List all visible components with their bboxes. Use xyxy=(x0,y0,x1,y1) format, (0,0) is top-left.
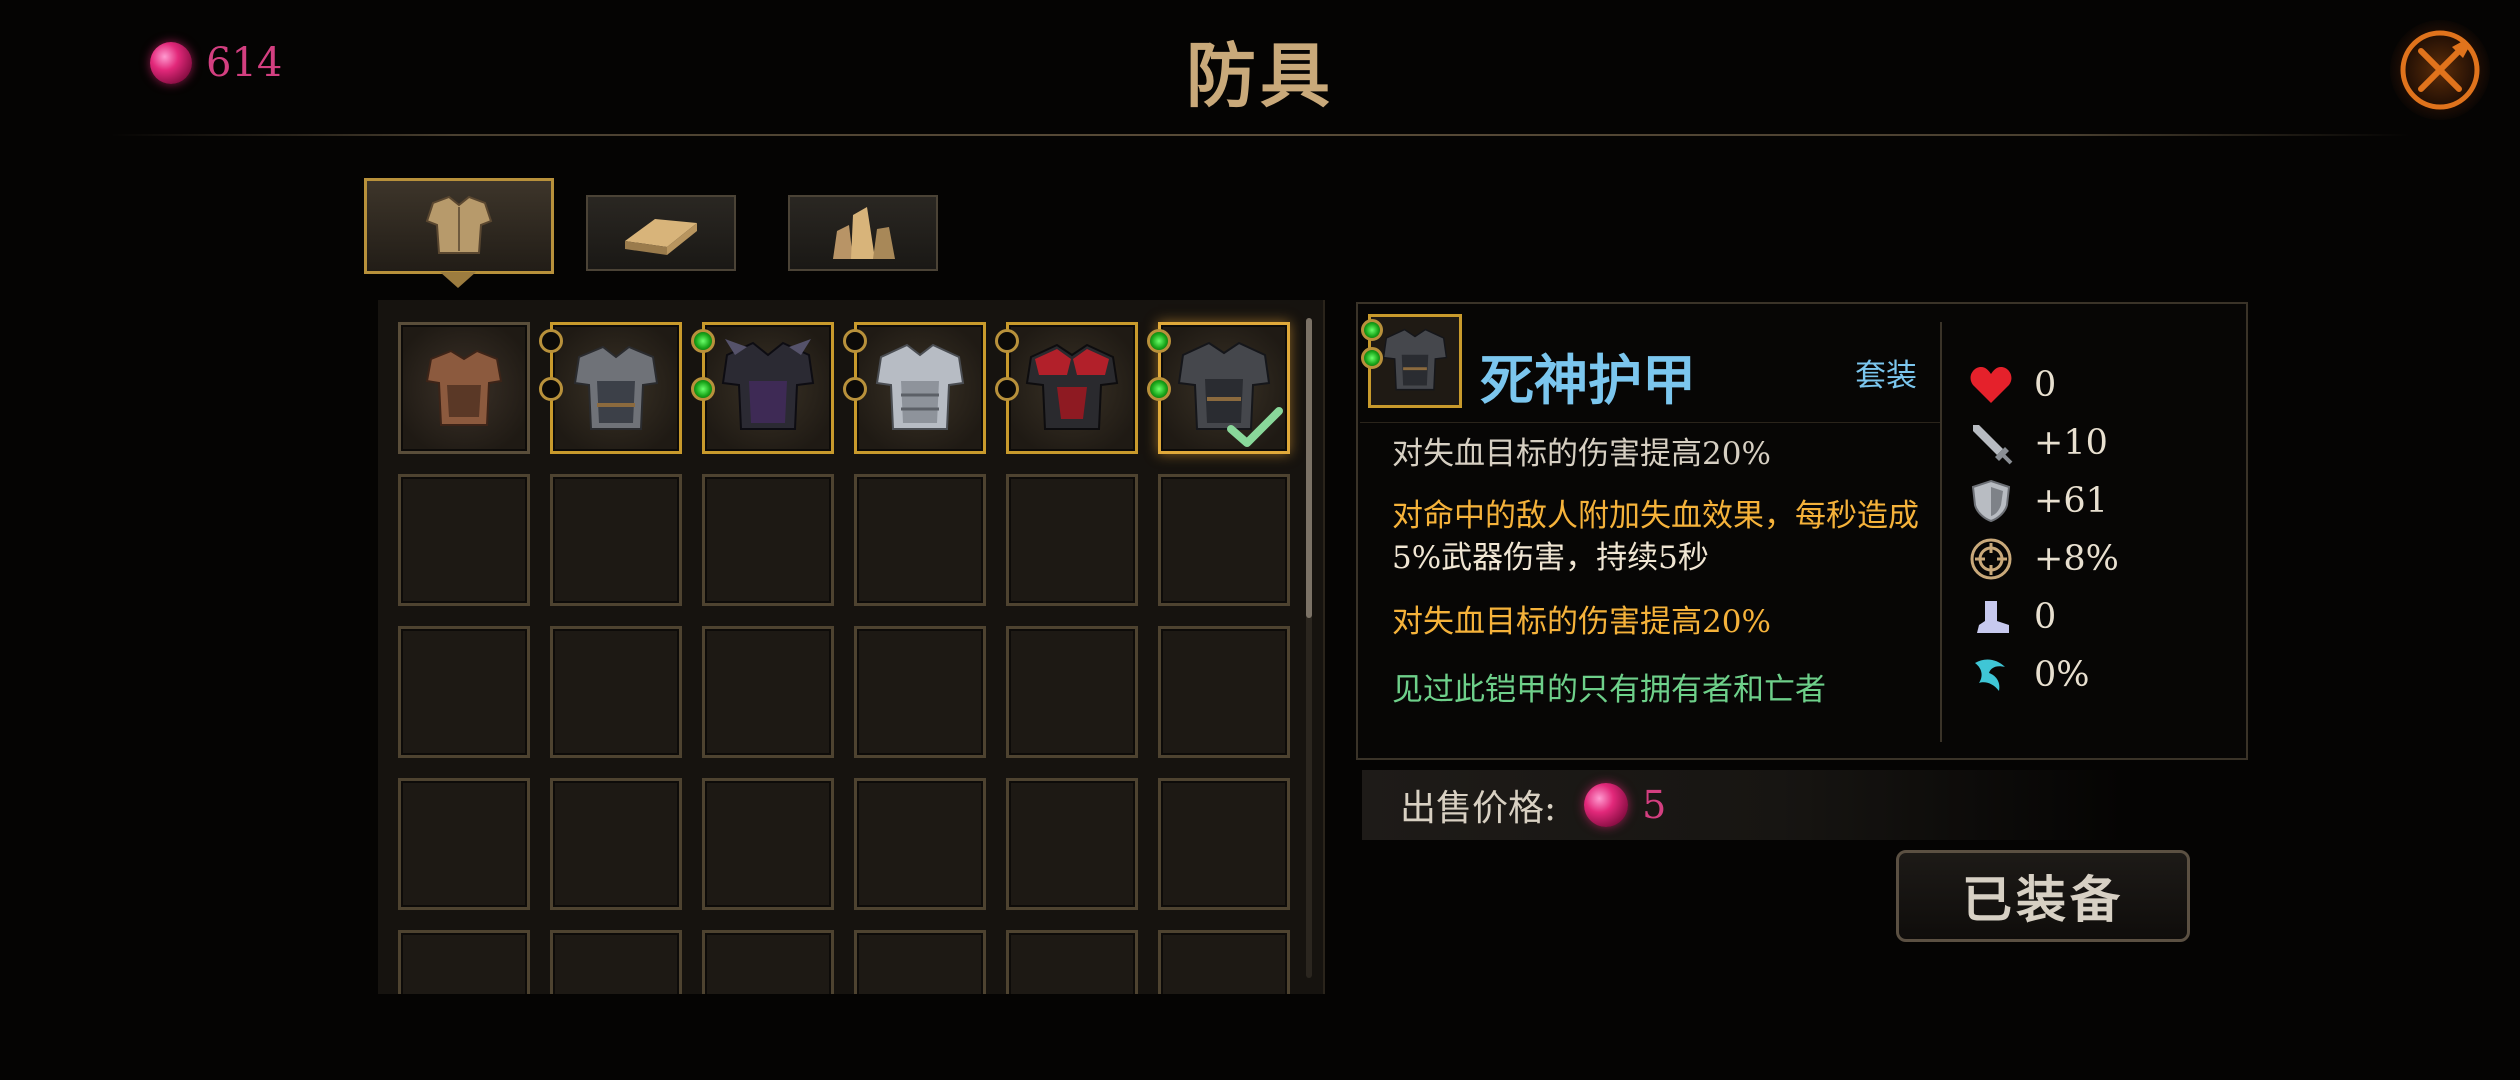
inventory-slot-empty[interactable] xyxy=(854,778,986,910)
page-title: 防具 xyxy=(1186,34,1334,117)
inventory-slot-empty[interactable] xyxy=(550,930,682,994)
green-socket xyxy=(1361,347,1383,369)
inventory-slot-empty[interactable] xyxy=(1006,626,1138,758)
close-button[interactable] xyxy=(2390,20,2490,120)
inventory-slot-empty[interactable] xyxy=(550,626,682,758)
empty-socket xyxy=(995,329,1019,353)
green-socket xyxy=(691,377,715,401)
inventory-slot-3[interactable] xyxy=(691,322,834,454)
inventory-slot-empty[interactable] xyxy=(702,930,834,994)
close-icon xyxy=(2400,30,2480,110)
stat-attack: +10 xyxy=(1968,418,2108,468)
sell-price-label: 出售价格: xyxy=(1400,788,1557,829)
boot-icon xyxy=(1968,594,2014,640)
item-effect-1: 对失血目标的伤害提高20% xyxy=(1392,436,1771,472)
inventory-slot-empty[interactable] xyxy=(702,778,834,910)
inventory-scrollbar[interactable] xyxy=(1306,318,1312,978)
inventory-slot-2[interactable] xyxy=(539,322,682,454)
inventory-slot-empty[interactable] xyxy=(398,778,530,910)
inventory-slot-empty[interactable] xyxy=(1006,474,1138,606)
inventory-slot-5[interactable] xyxy=(995,322,1138,454)
inventory-slot-empty[interactable] xyxy=(854,474,986,606)
inventory-slot-empty[interactable] xyxy=(1158,474,1290,606)
stat-defense: +61 xyxy=(1968,476,2108,526)
silver-armor-icon xyxy=(875,343,965,430)
inventory-slot-1[interactable] xyxy=(398,322,530,454)
empty-socket xyxy=(539,377,563,401)
tab-material[interactable] xyxy=(586,195,736,271)
sell-price-bar: 出售价格: 5 xyxy=(1362,770,2122,840)
item-effect-3: 对失血目标的伤害提高20% xyxy=(1392,604,1771,640)
stat-health: 0 xyxy=(1968,360,2056,410)
green-socket xyxy=(1147,377,1171,401)
inventory-slot-empty[interactable] xyxy=(1006,778,1138,910)
inventory-panel xyxy=(378,300,1325,994)
scrollbar-thumb[interactable] xyxy=(1306,318,1312,618)
leather-armor-icon xyxy=(425,349,503,426)
item-effect-2-cont: 5%武器伤害，持续5秒 xyxy=(1392,540,1709,576)
stat-speed: 0 xyxy=(1968,592,2056,642)
sword-icon xyxy=(1968,420,2014,466)
inventory-slot-4[interactable] xyxy=(843,322,986,454)
crystal-icon xyxy=(833,207,895,259)
inventory-slot-empty[interactable] xyxy=(398,930,530,994)
tab-crystal[interactable] xyxy=(788,195,938,271)
inventory-slot-empty[interactable] xyxy=(550,474,682,606)
green-socket xyxy=(1361,319,1383,341)
item-flavor-text: 见过此铠甲的只有拥有者和亡者 xyxy=(1392,672,1826,708)
inventory-slot-empty[interactable] xyxy=(1158,930,1290,994)
inventory-slot-empty[interactable] xyxy=(1158,626,1290,758)
reaper-armor-icon xyxy=(1382,328,1448,391)
selected-item-thumbnail xyxy=(1361,314,1462,408)
sell-price-value: 5 xyxy=(1642,783,1667,827)
inventory-slot-empty[interactable] xyxy=(702,474,834,606)
heart-icon xyxy=(1968,362,2014,408)
inventory-slot-empty[interactable] xyxy=(550,778,682,910)
empty-socket xyxy=(843,329,867,353)
tab-armor[interactable] xyxy=(364,178,554,274)
green-socket xyxy=(1147,329,1171,353)
inventory-slot-empty[interactable] xyxy=(702,626,834,758)
dark-armor-icon xyxy=(721,339,815,430)
gem-icon xyxy=(1584,783,1629,827)
inventory-slot-empty[interactable] xyxy=(854,930,986,994)
red-armor-icon xyxy=(1025,343,1119,430)
steel-armor-icon xyxy=(573,345,659,430)
inventory-slot-empty[interactable] xyxy=(398,474,530,606)
inventory-slot-empty[interactable] xyxy=(854,626,986,758)
ingot-icon xyxy=(625,219,697,255)
detail-header-divider xyxy=(1360,422,1940,423)
empty-socket xyxy=(995,377,1019,401)
inventory-slot-empty[interactable] xyxy=(1006,930,1138,994)
tab-indicator xyxy=(440,272,476,288)
empty-socket xyxy=(843,377,867,401)
armor-icon xyxy=(425,195,493,254)
inventory-slot-empty[interactable] xyxy=(398,626,530,758)
header-bar: 614 防具 xyxy=(0,0,2520,140)
empty-socket xyxy=(539,329,563,353)
equipped-check-icon xyxy=(1227,407,1283,447)
detail-divider xyxy=(1940,322,1942,742)
stat-evade: 0% xyxy=(1968,650,2090,700)
header-divider xyxy=(110,134,2410,136)
inventory-slot-empty[interactable] xyxy=(1158,778,1290,910)
evade-icon xyxy=(1968,652,2014,698)
inventory-slot-6[interactable] xyxy=(1147,322,1290,454)
stat-critical: +8% xyxy=(1968,534,2119,584)
crit-icon xyxy=(1968,536,2014,582)
set-bonus-link[interactable]: 套装 xyxy=(1855,350,1917,395)
shield-icon xyxy=(1968,478,2014,524)
equipped-button[interactable]: 已装备 xyxy=(1896,850,2190,942)
item-name: 死神护甲 xyxy=(1480,348,1696,412)
item-effect-2: 对命中的敌人附加失血效果，每秒造成 xyxy=(1392,498,1919,534)
green-socket xyxy=(691,329,715,353)
